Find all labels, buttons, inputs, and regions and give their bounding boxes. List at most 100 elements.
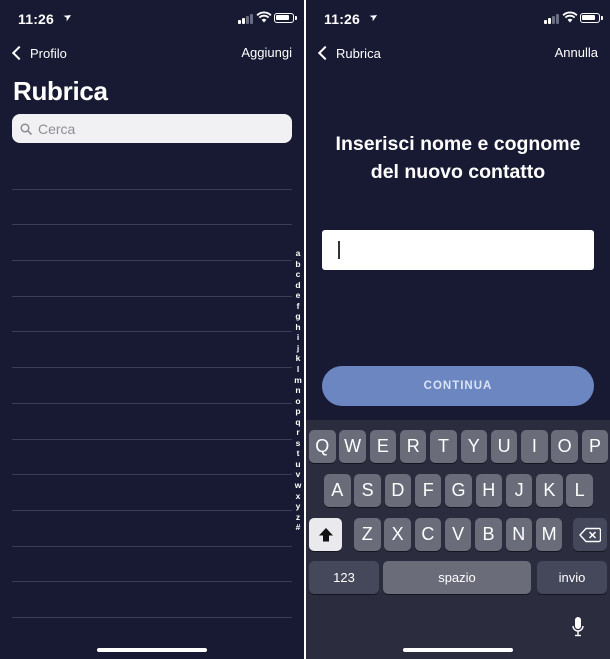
backspace-key[interactable]	[573, 518, 607, 551]
space-key[interactable]: spazio	[383, 561, 531, 594]
list-item[interactable]	[12, 297, 292, 333]
index-letter[interactable]: c	[296, 269, 301, 280]
key-z[interactable]: Z	[354, 518, 381, 551]
text-cursor	[338, 241, 340, 259]
continue-button[interactable]: CONTINUA	[322, 366, 594, 406]
index-letter[interactable]: k	[296, 353, 301, 364]
index-letter[interactable]: u	[295, 459, 300, 470]
list-item[interactable]	[12, 368, 292, 404]
wifi-icon	[562, 11, 578, 23]
list-item[interactable]	[12, 582, 292, 618]
list-item[interactable]	[12, 225, 292, 262]
index-letter[interactable]: n	[295, 385, 300, 396]
index-letter[interactable]: g	[295, 311, 300, 322]
contact-list[interactable]	[12, 154, 292, 618]
index-letter[interactable]: h	[295, 322, 300, 333]
index-letter[interactable]: i	[297, 332, 299, 343]
list-item[interactable]	[12, 547, 292, 583]
key-w[interactable]: W	[339, 430, 366, 463]
contact-name-input[interactable]	[322, 230, 594, 270]
list-item[interactable]	[12, 154, 292, 190]
home-indicator[interactable]	[403, 648, 513, 652]
key-i[interactable]: I	[521, 430, 548, 463]
list-item[interactable]	[12, 404, 292, 440]
index-letter[interactable]: p	[295, 406, 300, 417]
shift-key[interactable]	[309, 518, 342, 551]
index-letter[interactable]: m	[294, 375, 302, 386]
key-f[interactable]: F	[414, 474, 442, 507]
list-item[interactable]	[12, 190, 292, 226]
cellular-signal-icon	[544, 13, 562, 24]
back-button[interactable]: Profilo	[10, 42, 67, 64]
index-letter[interactable]: l	[297, 364, 299, 375]
key-v[interactable]: V	[444, 518, 472, 551]
back-button[interactable]: Rubrica	[316, 42, 381, 64]
index-letter[interactable]: s	[296, 438, 301, 449]
status-bar: 11:26 ➤	[0, 0, 304, 36]
index-letter[interactable]: w	[295, 480, 302, 491]
key-x[interactable]: X	[384, 518, 411, 551]
key-j[interactable]: J	[505, 474, 533, 507]
keyboard: 123 spazio invio QWERTYUIOP ASDFGHJKL ZXCV…	[306, 420, 610, 659]
key-o[interactable]: O	[551, 430, 578, 463]
key-b[interactable]: B	[475, 518, 502, 551]
page-title: Rubrica	[13, 76, 108, 106]
key-n[interactable]: N	[505, 518, 533, 551]
index-letter[interactable]: f	[297, 301, 300, 312]
index-letter[interactable]: o	[295, 396, 300, 407]
key-p[interactable]: P	[581, 430, 609, 463]
search-input[interactable]: Cerca	[12, 114, 292, 143]
cancel-button[interactable]: Annulla	[555, 45, 598, 60]
index-letter[interactable]: z	[296, 512, 300, 523]
index-letter[interactable]: #	[296, 522, 301, 533]
key-s[interactable]: S	[354, 474, 381, 507]
chevron-left-icon	[317, 45, 333, 61]
chevron-left-icon	[11, 45, 27, 61]
numbers-key[interactable]: 123	[309, 561, 379, 594]
backspace-icon	[579, 527, 601, 542]
wifi-icon	[256, 11, 272, 23]
index-letter[interactable]: y	[296, 501, 301, 512]
key-c[interactable]: C	[414, 518, 442, 551]
key-e[interactable]: E	[369, 430, 397, 463]
key-k[interactable]: K	[536, 474, 563, 507]
prompt-heading: Inserisci nome e cognome del nuovo conta…	[335, 133, 581, 183]
key-l[interactable]: L	[566, 474, 593, 507]
key-m[interactable]: M	[535, 518, 563, 551]
index-letter[interactable]: x	[296, 491, 301, 502]
new-contact-screen: 11:26 ➤ Rubrica Annulla Inserisci nome e…	[306, 0, 610, 659]
index-letter[interactable]: r	[296, 427, 299, 438]
list-item[interactable]	[12, 440, 292, 476]
key-g[interactable]: G	[445, 474, 472, 507]
index-letter[interactable]: a	[296, 248, 301, 259]
contacts-screen: 11:26 ➤ Profilo Aggiungi Rubrica Cerca a…	[0, 0, 304, 659]
index-letter[interactable]: b	[295, 259, 300, 270]
index-letter[interactable]: e	[296, 290, 301, 301]
index-letter[interactable]: v	[296, 469, 301, 480]
add-button[interactable]: Aggiungi	[241, 45, 292, 60]
location-arrow-icon: ➤	[367, 10, 381, 25]
key-y[interactable]: Y	[460, 430, 488, 463]
cellular-signal-icon	[238, 13, 256, 24]
home-indicator[interactable]	[97, 648, 207, 652]
index-letter[interactable]: t	[297, 448, 300, 459]
status-bar: 11:26 ➤	[306, 0, 610, 36]
index-letter[interactable]: q	[295, 417, 300, 428]
return-key[interactable]: invio	[537, 561, 607, 594]
key-q[interactable]: Q	[309, 430, 336, 463]
microphone-icon[interactable]	[572, 616, 584, 640]
key-r[interactable]: R	[399, 430, 427, 463]
list-item[interactable]	[12, 475, 292, 511]
alphabet-index[interactable]: a b c d e f g h i j k l m n o p q r s t u v w x y z #	[293, 248, 303, 533]
key-a[interactable]: A	[324, 474, 351, 507]
key-t[interactable]: T	[430, 430, 457, 463]
list-item[interactable]	[12, 261, 292, 297]
list-item[interactable]	[12, 332, 292, 369]
key-u[interactable]: U	[490, 430, 518, 463]
list-item[interactable]	[12, 511, 292, 547]
index-letter[interactable]: d	[295, 280, 300, 291]
battery-icon	[274, 13, 297, 23]
index-letter[interactable]: j	[297, 343, 299, 354]
key-d[interactable]: D	[384, 474, 412, 507]
key-h[interactable]: H	[475, 474, 503, 507]
